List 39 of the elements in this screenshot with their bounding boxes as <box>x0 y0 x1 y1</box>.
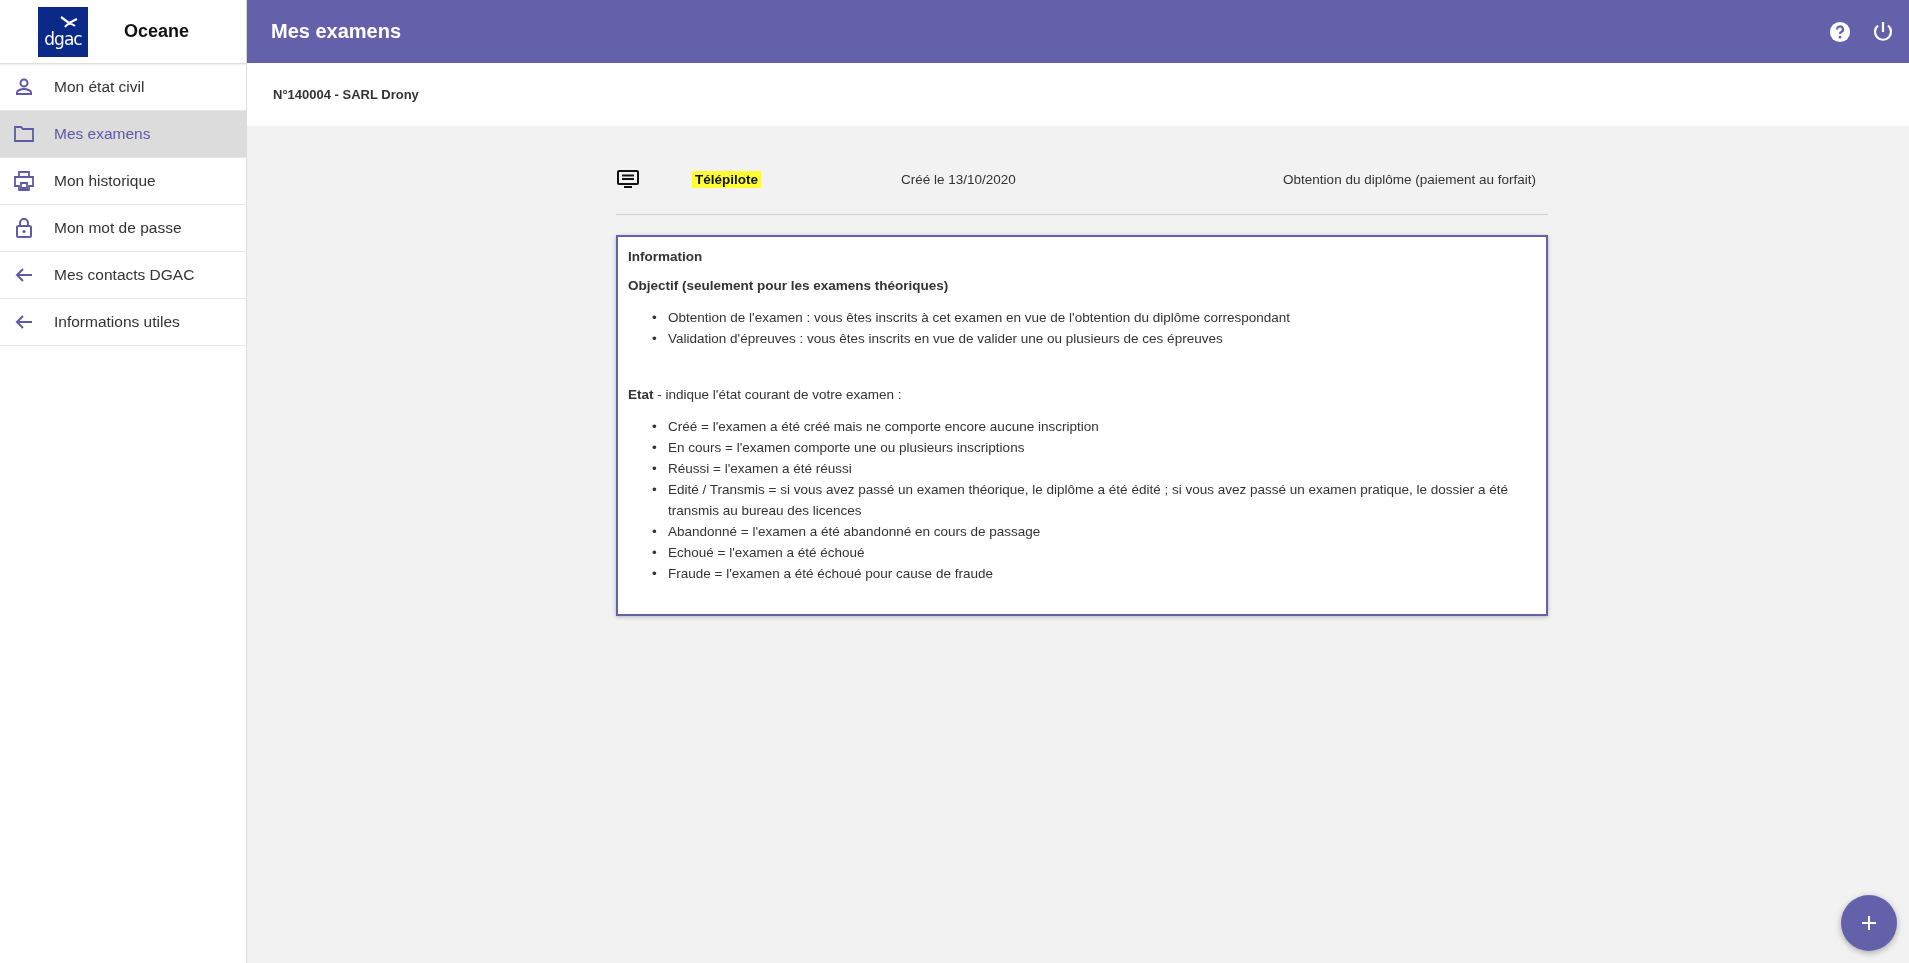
exam-date: Créé le 13/10/2020 <box>901 171 1016 187</box>
sidebar-item[interactable]: Mon mot de passe <box>0 205 246 252</box>
plus-icon <box>1860 914 1878 932</box>
sidebar-item[interactable]: Mes contacts DGAC <box>0 252 246 299</box>
state-item: Réussi = l'examen a été réussi <box>668 460 852 478</box>
state-item: En cours = l'examen comporte une ou plusieurs inscriptions <box>668 439 1025 457</box>
bullet-mark: • <box>652 460 658 478</box>
state-item: Edité / Transmis = si vous avez passé un examen théorique, le diplôme a été édité ; si vous avez passé un examen pratique, le dossier a été transmis au bureau des licences <box>668 481 1510 520</box>
bullet-mark: • <box>652 523 658 541</box>
account-label: N°140004 - SARL Drony <box>273 87 419 102</box>
app-name: Oceane <box>124 21 190 42</box>
bullet-mark: • <box>652 544 658 562</box>
state-item: Fraude = l'examen a été échoué pour cause de fraude <box>668 565 993 583</box>
power-icon[interactable] <box>1871 19 1895 44</box>
state-item: Abandonné = l'examen a été abandonné en cours de passage <box>668 523 1041 541</box>
logo-text: dgac <box>44 29 82 48</box>
monitor-icon <box>616 169 640 189</box>
bullet-mark: • <box>652 330 658 348</box>
bullet-mark: • <box>652 309 658 327</box>
info-title: Information <box>628 249 704 264</box>
state-item: Créé = l'examen a été créé mais ne comporte encore aucune inscription <box>668 418 1099 436</box>
page-title: Mes examens <box>271 20 402 43</box>
sidebar-item[interactable]: Mon historique <box>0 158 246 205</box>
state-item: Echoué = l'examen a été échoué <box>668 544 865 562</box>
objective-item: Validation d'épreuves : vous êtes inscrits en vue de valider une ou plusieurs de ces épreuves <box>668 330 1223 348</box>
printer-icon <box>12 169 36 193</box>
objective-item: Obtention de l'examen : vous êtes inscrits à cet examen en vue de l'obtention du diplôme correspondant <box>668 309 1291 327</box>
objective-heading: Objectif (seulement pour les examens théoriques) <box>628 278 950 293</box>
exam-type: Obtention du diplôme (paiement au forfait) <box>1283 171 1536 187</box>
bullet-mark: • <box>652 481 658 499</box>
help-icon[interactable] <box>1829 20 1851 43</box>
bullet-mark: • <box>652 418 658 436</box>
exam-name[interactable]: Télépilote <box>692 170 761 188</box>
bullet-mark: • <box>652 439 658 457</box>
state-intro: Etat - indique l'état courant de votre examen : <box>628 387 903 402</box>
sidebar-item[interactable]: Informations utiles <box>0 299 246 346</box>
bullet-mark: • <box>652 565 658 583</box>
add-button[interactable] <box>1841 895 1897 951</box>
sidebar-item[interactable]: Mes examens <box>0 111 246 158</box>
